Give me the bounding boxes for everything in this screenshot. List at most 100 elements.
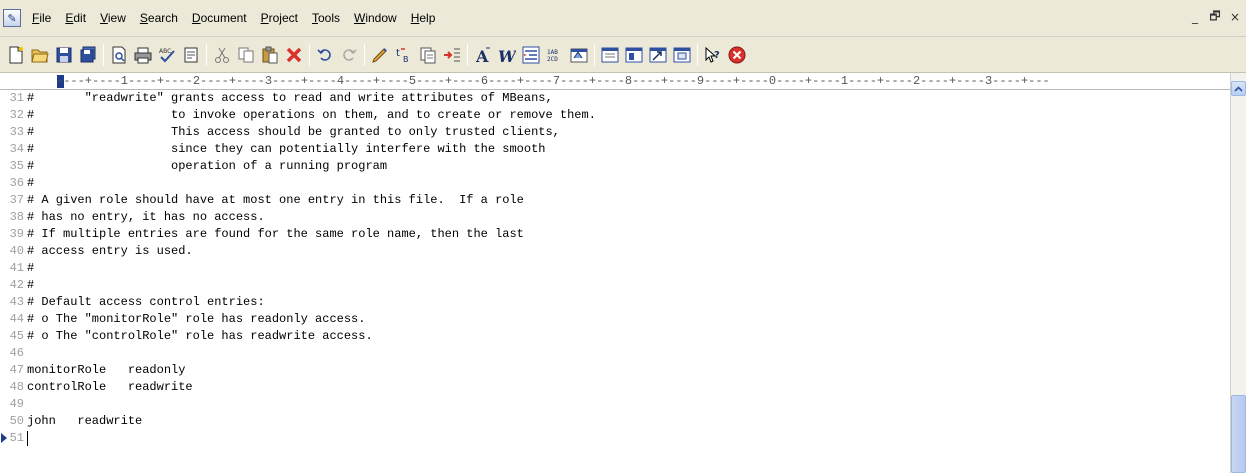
ruler-scale: ----+----1----+----2----+----3----+----4…	[56, 74, 1050, 88]
text-caret	[27, 431, 28, 446]
code-line[interactable]: 41 #	[0, 260, 1230, 277]
line-number: 47	[9, 363, 24, 377]
line-number: 32	[9, 108, 24, 122]
code-line[interactable]: 50 john readwrite	[0, 413, 1230, 430]
find-button[interactable]	[369, 44, 391, 66]
code-line[interactable]: 48 controlRole readwrite	[0, 379, 1230, 396]
code-line[interactable]: 42 #	[0, 277, 1230, 294]
menu-accelerator: S	[139, 11, 148, 25]
menu-file[interactable]: File	[25, 9, 58, 27]
line-text: # "readwrite" grants access to read and …	[27, 91, 553, 105]
properties-button[interactable]	[568, 44, 590, 66]
code-line[interactable]: 49	[0, 396, 1230, 413]
word-wrap-button[interactable]	[180, 44, 202, 66]
properties-icon	[570, 48, 588, 62]
code-line[interactable]: 47 monitorRole readonly	[0, 362, 1230, 379]
code-line[interactable]: 34 # since they can potentially interfere…	[0, 141, 1230, 158]
menu-search[interactable]: Search	[133, 9, 185, 27]
code-line[interactable]: 44 # o The "monitorRole" role has readonl…	[0, 311, 1230, 328]
toolbar-separator	[594, 43, 595, 66]
new-file-icon	[9, 46, 23, 63]
menu-view[interactable]: View	[93, 9, 133, 27]
line-text: # o The "monitorRole" role has readonly …	[27, 312, 366, 326]
save-icon	[56, 47, 72, 62]
code-line[interactable]: 36 #	[0, 175, 1230, 192]
context-help-button[interactable]: ?	[702, 44, 724, 66]
line-number: 49	[9, 397, 24, 411]
open-file-button[interactable]	[29, 44, 51, 66]
menu-label: dit	[73, 11, 87, 25]
menu-label: indow	[365, 11, 397, 25]
svg-text:?: ?	[714, 50, 720, 61]
line-number: 51	[9, 431, 24, 445]
view-output-button[interactable]	[647, 44, 669, 66]
code-line[interactable]: 37 # A given role should have at most one…	[0, 192, 1230, 209]
new-file-button[interactable]	[5, 44, 27, 66]
menu-window[interactable]: Window	[347, 9, 404, 27]
code-line[interactable]: 33 # This access should be granted to onl…	[0, 124, 1230, 141]
undo-button[interactable]	[314, 44, 336, 66]
code-line[interactable]: 46	[0, 345, 1230, 362]
menu-tools[interactable]: Tools	[305, 9, 347, 27]
spell-check-button[interactable]: ABC	[156, 44, 178, 66]
indent-button[interactable]	[520, 44, 542, 66]
cut-button[interactable]	[211, 44, 233, 66]
line-number: 39	[9, 227, 24, 241]
toolbar-separator	[206, 43, 207, 66]
svg-text:ABC: ABC	[159, 48, 171, 55]
code-line[interactable]: 51	[0, 430, 1230, 447]
code-line[interactable]: 45 # o The "controlRole" role has readwri…	[0, 328, 1230, 345]
font-button[interactable]: A	[472, 44, 494, 66]
menu-document[interactable]: Document	[185, 9, 254, 27]
line-text: #	[27, 261, 35, 275]
redo-button[interactable]	[338, 44, 360, 66]
toolbar: ABC tB A W 1AB 2CD ?	[0, 37, 1246, 73]
code-line[interactable]: 40 # access entry is used.	[0, 243, 1230, 260]
close-button[interactable]: ×	[1228, 10, 1242, 24]
window-split-icon	[625, 47, 643, 62]
view-fullscreen-button[interactable]	[671, 44, 693, 66]
print-preview-button[interactable]	[108, 44, 130, 66]
code-line[interactable]: 39 # If multiple entries are found for th…	[0, 226, 1230, 243]
code-line[interactable]: 32 # to invoke operations on them, and to…	[0, 107, 1230, 124]
minimize-button[interactable]: _	[1188, 10, 1202, 24]
code-line[interactable]: 43 # Default access control entries:	[0, 294, 1230, 311]
sort-button[interactable]: 1AB 2CD	[544, 44, 566, 66]
text-editor[interactable]: 31 # "readwrite" grants access to read an…	[0, 90, 1230, 473]
svg-text:B: B	[403, 55, 409, 64]
view-normal-button[interactable]	[599, 44, 621, 66]
code-line[interactable]: 35 # operation of a running program	[0, 158, 1230, 175]
menu-project[interactable]: Project	[254, 9, 305, 27]
window-single-icon	[601, 47, 619, 62]
print-button[interactable]	[132, 44, 154, 66]
folder-open-icon	[31, 49, 49, 62]
save-button[interactable]	[53, 44, 75, 66]
code-line[interactable]: 38 # has no entry, it has no access.	[0, 209, 1230, 226]
app-icon[interactable]: ✎	[3, 9, 21, 27]
copy-button[interactable]	[235, 44, 257, 66]
line-number: 35	[9, 159, 24, 173]
line-number: 33	[9, 125, 24, 139]
code-line[interactable]: 31 # "readwrite" grants access to read an…	[0, 90, 1230, 107]
save-all-button[interactable]	[77, 44, 99, 66]
menu-help[interactable]: Help	[404, 9, 443, 27]
svg-text:t: t	[396, 48, 400, 59]
line-number: 48	[9, 380, 24, 394]
restore-button[interactable]: 🗗	[1208, 9, 1222, 24]
replace-button[interactable]: tB	[393, 44, 415, 66]
paste-button[interactable]	[259, 44, 281, 66]
indent-icon	[522, 46, 540, 63]
undo-icon	[317, 48, 331, 61]
document-copy-button[interactable]	[417, 44, 439, 66]
view-split-button[interactable]	[623, 44, 645, 66]
delete-button[interactable]	[283, 44, 305, 66]
vertical-scrollbar[interactable]	[1230, 73, 1246, 473]
stop-button[interactable]	[726, 44, 748, 66]
goto-line-button[interactable]	[441, 44, 463, 66]
word-count-button[interactable]: W	[496, 44, 518, 66]
svg-text:W: W	[498, 47, 516, 64]
scroll-thumb[interactable]	[1231, 395, 1246, 473]
line-text: # o The "controlRole" role has readwrite…	[27, 329, 373, 343]
scroll-up-button[interactable]	[1231, 81, 1246, 96]
menu-edit[interactable]: Edit	[58, 9, 93, 27]
